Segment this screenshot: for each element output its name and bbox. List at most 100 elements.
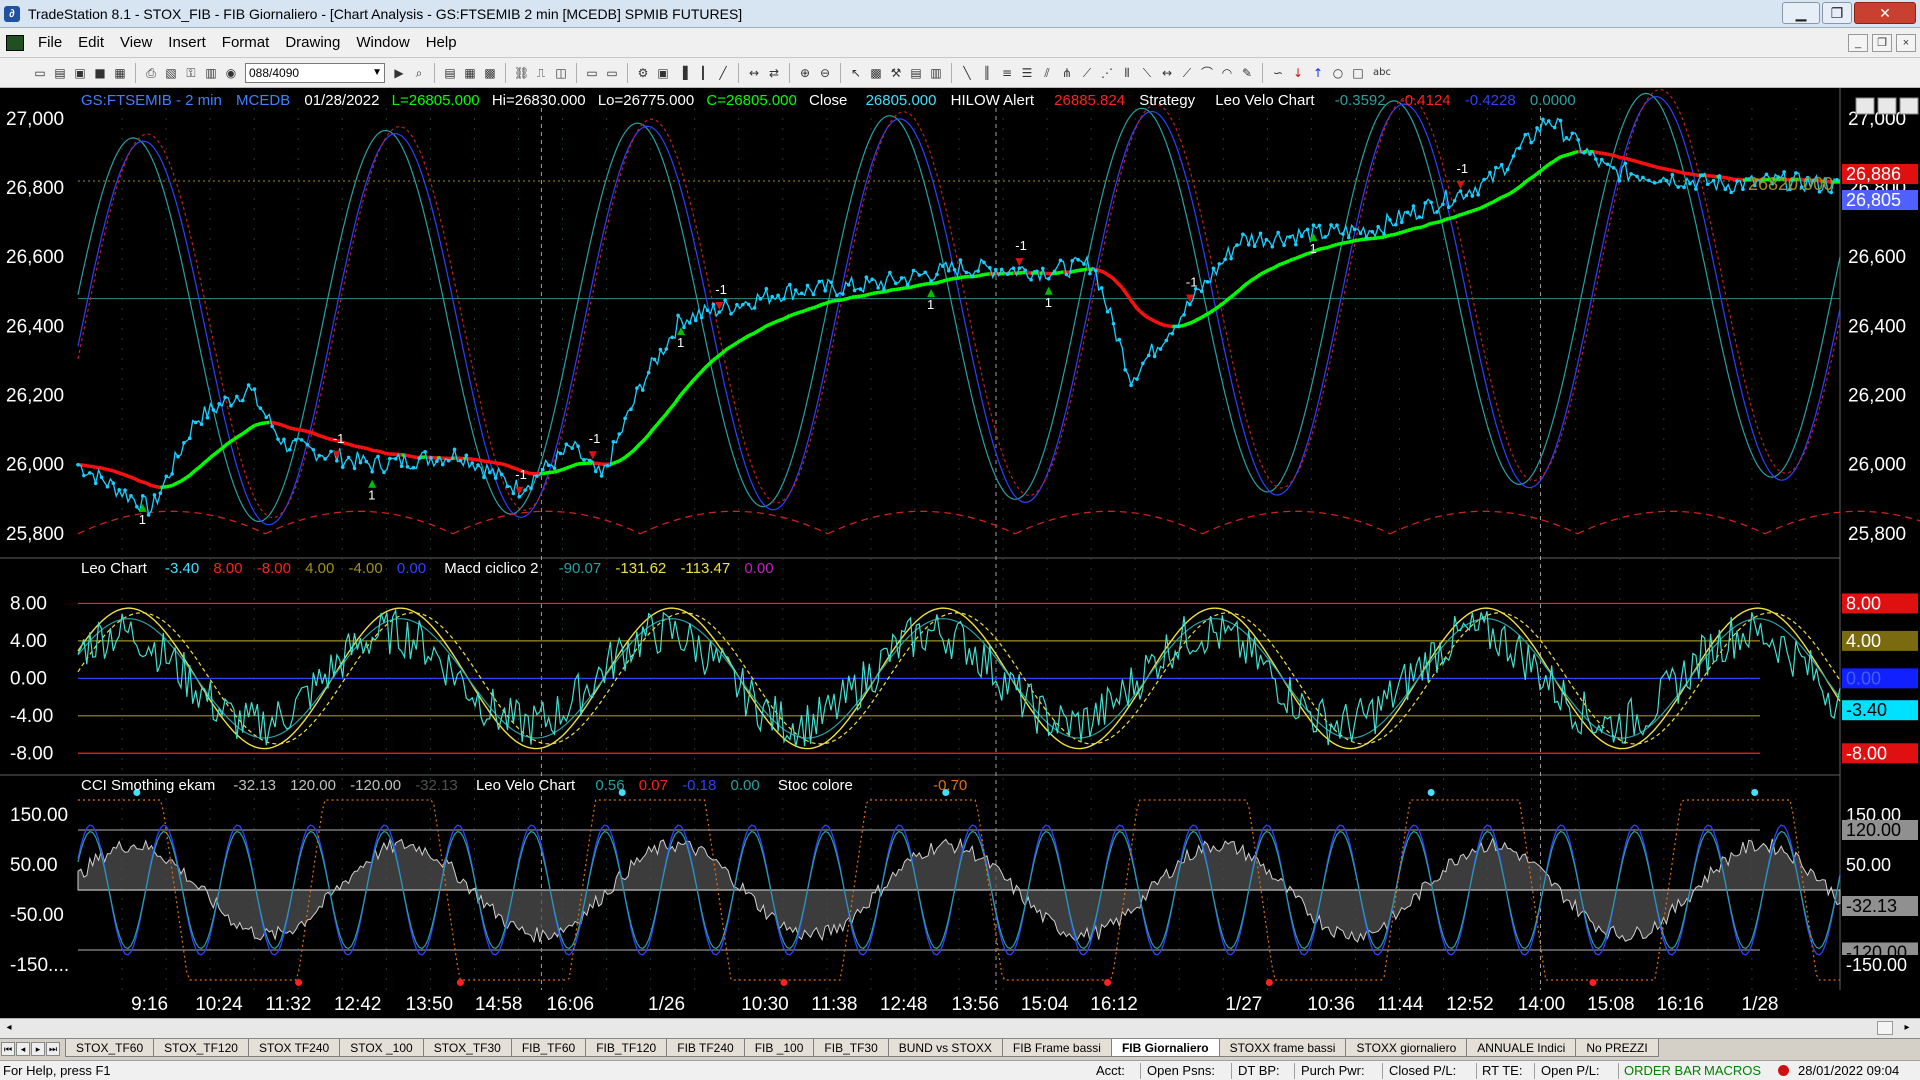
menu-edit[interactable]: Edit: [70, 34, 112, 51]
fibonacci-icon[interactable]: ☰: [1020, 66, 1034, 80]
mdi-close-button[interactable]: ×: [1896, 34, 1916, 52]
scroll-icon[interactable]: ⇄: [767, 66, 781, 80]
color-icon[interactable]: ◉: [224, 66, 238, 80]
menu-drawing[interactable]: Drawing: [277, 34, 348, 51]
menu-insert[interactable]: Insert: [160, 34, 214, 51]
indicator-icon[interactable]: ⚙: [636, 66, 650, 80]
andrews-pitchfork-icon[interactable]: ⋔: [1060, 66, 1074, 80]
link-icon[interactable]: ⛓: [514, 66, 529, 80]
order-bar-button[interactable]: ORDER BAR: [1624, 1061, 1701, 1080]
speed-lines-icon[interactable]: ⟋: [1080, 66, 1094, 80]
tab-fib-tf240[interactable]: FIB TF240: [666, 1039, 745, 1057]
scroll-left-icon[interactable]: ◂: [2, 1021, 16, 1035]
tab-stox-tf30[interactable]: STOX_TF30: [422, 1039, 512, 1057]
chart-window-tool-icon[interactable]: ▤: [443, 66, 457, 80]
open-folder-icon[interactable]: ▣: [73, 66, 87, 80]
save-all-icon[interactable]: ▦: [113, 66, 127, 80]
zoom-in-icon[interactable]: ⊕: [798, 66, 812, 80]
tab-stoxx-giornaliero[interactable]: STOXX giornaliero: [1345, 1039, 1468, 1057]
tradestation-app-icon[interactable]: ∂: [4, 5, 20, 22]
tab-first-icon[interactable]: ⏮: [1, 1042, 15, 1056]
chart-horizontal-scrollbar[interactable]: ◂ ▸: [0, 1018, 1920, 1038]
tab-fib-tf120[interactable]: FIB_TF120: [585, 1039, 668, 1057]
tab-fib-tf60[interactable]: FIB_TF60: [510, 1039, 587, 1057]
horizontal-line-icon[interactable]: ↔: [1160, 66, 1174, 80]
restore-button[interactable]: ❐: [1822, 2, 1852, 24]
mdi-restore-button[interactable]: ❐: [1872, 34, 1892, 52]
tab-stoxx-frame-bassi[interactable]: STOXX frame bassi: [1218, 1039, 1347, 1057]
tab-bund-vs-stoxx[interactable]: BUND vs STOXX: [887, 1039, 1003, 1057]
window-tile-icon[interactable]: ▭: [585, 66, 599, 80]
print-preview-icon[interactable]: ▧: [164, 66, 178, 80]
tab-stox-100[interactable]: STOX _100: [339, 1039, 424, 1057]
bar-spacing-icon[interactable]: ↔: [747, 66, 761, 80]
bar-chart-icon[interactable]: ▐: [676, 66, 690, 80]
line-chart-icon[interactable]: ╱: [716, 66, 730, 80]
bar-count-combo[interactable]: 088/4090 ▼: [245, 62, 385, 83]
tab-next-icon[interactable]: ▸: [31, 1042, 45, 1056]
insert-drawing-icon[interactable]: ▤: [909, 66, 923, 80]
play-icon[interactable]: ▶: [392, 66, 406, 80]
channel-icon[interactable]: ⫽: [1040, 66, 1054, 80]
window-cascade-icon[interactable]: ▭: [605, 66, 619, 80]
tab-fib-frame-bassi[interactable]: FIB Frame bassi: [1001, 1039, 1112, 1057]
fib-fan-icon[interactable]: ⟍: [1140, 66, 1154, 80]
fib-arc-icon[interactable]: ⌒: [1200, 66, 1214, 80]
menu-window[interactable]: Window: [348, 34, 417, 51]
format-icon[interactable]: ▥: [204, 66, 218, 80]
chart-window-icon[interactable]: [6, 34, 24, 51]
scroll-right-icon[interactable]: ▸: [1900, 1021, 1914, 1035]
matrix-icon[interactable]: ▩: [483, 66, 497, 80]
up-arrow-drawing-icon[interactable]: ↑: [1311, 66, 1325, 80]
pen-icon[interactable]: ✎: [1240, 66, 1254, 80]
scroll-thumb[interactable]: [1877, 1021, 1893, 1035]
cycle-lines-icon[interactable]: ⦀: [1120, 66, 1134, 80]
gann-fan-icon[interactable]: ⋰: [1100, 66, 1114, 80]
menu-view[interactable]: View: [112, 34, 160, 51]
ellipse-icon[interactable]: ○: [1331, 66, 1345, 80]
tab-fib-giornaliero[interactable]: FIB Giornaliero: [1110, 1039, 1220, 1057]
tab-prev-icon[interactable]: ◂: [16, 1042, 30, 1056]
zoom-out-icon[interactable]: ⊖: [818, 66, 832, 80]
close-button[interactable]: ✕: [1854, 2, 1916, 24]
minimize-button[interactable]: ▁: [1782, 2, 1820, 24]
save-icon[interactable]: ■: [93, 66, 107, 80]
analysis-icon[interactable]: ◫: [554, 66, 568, 80]
mdi-minimize-button[interactable]: _: [1848, 34, 1868, 52]
delete-drawing-icon[interactable]: ▥: [929, 66, 943, 80]
vertical-lines-icon[interactable]: ║: [980, 66, 994, 80]
strategy-icon[interactable]: ▣: [656, 66, 670, 80]
tab-stox-tf120[interactable]: STOX_TF120: [153, 1039, 249, 1057]
new-icon[interactable]: ▭: [33, 66, 47, 80]
data-tip-icon[interactable]: ▩: [869, 66, 883, 80]
insert-study-icon[interactable]: ⎍: [534, 66, 548, 80]
regression-icon[interactable]: ⟋: [1180, 66, 1194, 80]
open-icon[interactable]: ▤: [53, 66, 67, 80]
tools-icon[interactable]: ⚒: [889, 66, 903, 80]
menu-help[interactable]: Help: [418, 34, 465, 51]
chart-area[interactable]: 1 -1 1 -1 -1 1 -1 1 -1 1 -1 1 -1 GS:FTSEMIB - 2 min …: [0, 88, 1920, 1018]
menu-format[interactable]: Format: [214, 34, 278, 51]
find-icon[interactable]: ⌕: [412, 66, 426, 80]
tab-annuale-indici[interactable]: ANNUALE Indici: [1466, 1039, 1577, 1057]
tab-fib-tf30[interactable]: FIB_TF30: [813, 1039, 889, 1057]
radar-icon[interactable]: ▦: [463, 66, 477, 80]
horizontal-lines-icon[interactable]: ≡: [1000, 66, 1014, 80]
candle-icon[interactable]: ┃: [696, 66, 710, 80]
tab-fib-100[interactable]: FIB _100: [743, 1039, 815, 1057]
lock-icon[interactable]: ⚿: [184, 66, 198, 80]
print-icon[interactable]: ⎙: [144, 66, 158, 80]
pointer-icon[interactable]: ↖: [849, 66, 863, 80]
text-icon[interactable]: abc: [1371, 66, 1393, 80]
rectangle-icon[interactable]: □: [1351, 66, 1365, 80]
trendline-icon[interactable]: ╲: [960, 66, 974, 80]
curve-icon[interactable]: ∽: [1271, 66, 1285, 80]
tab-last-icon[interactable]: ⏭: [46, 1042, 60, 1056]
tab-stox-tf60[interactable]: STOX_TF60: [65, 1039, 155, 1057]
tab-no-prezzi[interactable]: No PREZZI: [1575, 1039, 1659, 1057]
macros-button[interactable]: MACROS: [1704, 1061, 1761, 1080]
down-arrow-drawing-icon[interactable]: ↓: [1291, 66, 1305, 80]
fib-circle-icon[interactable]: ◠: [1220, 66, 1234, 80]
chart-canvas[interactable]: 1 -1 1 -1 -1 1 -1 1 -1 1 -1 1 -1 GS:FTSEMIB - 2 min …: [0, 88, 1920, 1018]
tab-stox-tf240[interactable]: STOX TF240: [247, 1039, 341, 1057]
